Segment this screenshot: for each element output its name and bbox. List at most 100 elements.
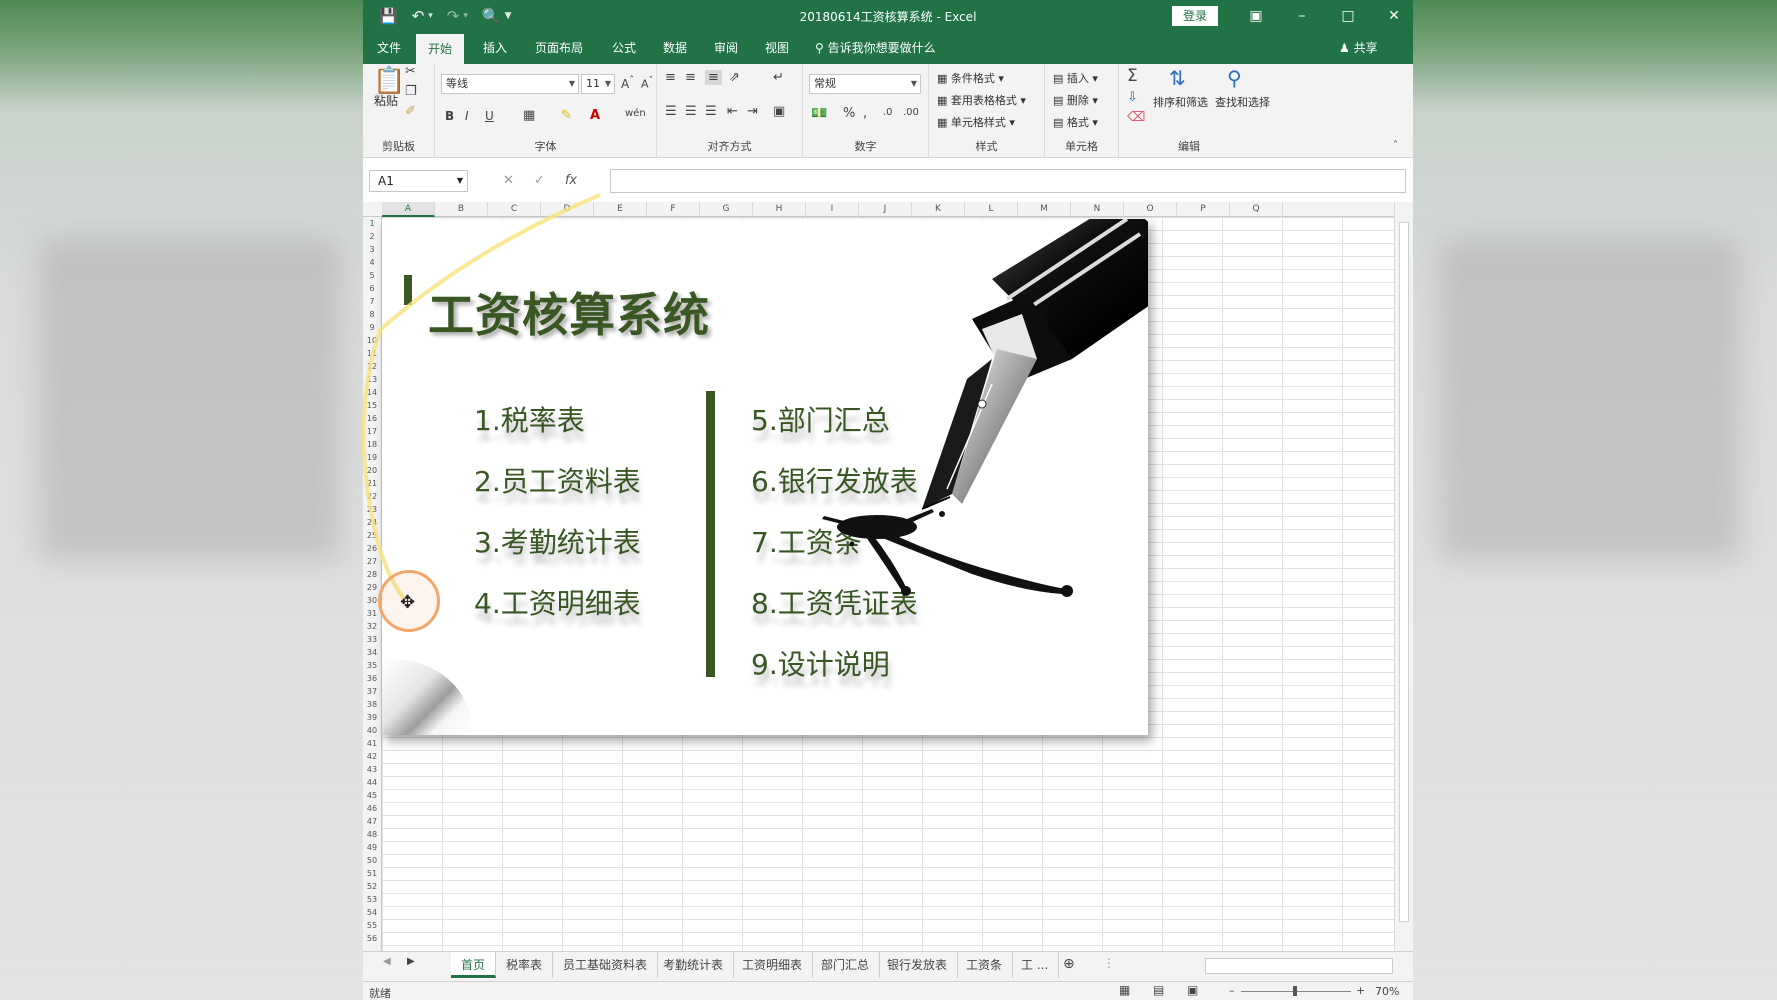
column-header[interactable]: J [859,202,912,217]
row-header[interactable]: 1 [363,217,381,230]
menu-item-salary-detail[interactable]: 4.工资明细表 [474,582,641,622]
font-size-combo[interactable]: 11 ▼ [581,74,615,94]
zoom-slider-thumb[interactable] [1293,986,1297,996]
title-card-image[interactable]: 工资核算系统 1.税率表 2.员工资料表 3.考勤统计表 4.工资明细表 5.部… [382,219,1148,735]
row-header[interactable]: 37 [363,685,381,698]
autosum-icon[interactable]: Σ [1127,66,1138,86]
bold-icon[interactable]: B [445,109,454,123]
align-right-icon[interactable]: ☰ [705,104,717,119]
tab-page-layout[interactable]: 页面布局 [523,32,595,64]
menu-item-design-notes[interactable]: 9.设计说明 [751,643,890,683]
sheet-tab[interactable]: 工资条 [956,952,1014,978]
row-header[interactable]: 55 [363,919,381,932]
share-button[interactable]: ♟ 共享 [1339,32,1378,64]
name-box[interactable]: A1 ▼ [369,170,468,192]
row-header[interactable]: 27 [363,555,381,568]
align-top-icon[interactable]: ≡ [665,70,676,85]
row-header[interactable]: 42 [363,750,381,763]
sort-filter-button[interactable]: 排序和筛选 [1153,94,1208,110]
formula-input[interactable] [610,169,1406,193]
column-header[interactable]: P [1177,202,1230,217]
row-header[interactable]: 21 [363,477,381,490]
column-header[interactable]: G [700,202,753,217]
collapse-ribbon-icon[interactable]: ˄ [1393,140,1398,151]
percent-icon[interactable]: % [843,106,855,121]
row-header[interactable]: 23 [363,503,381,516]
row-header[interactable]: 18 [363,438,381,451]
orientation-icon[interactable]: ⇗ [729,70,740,85]
column-header[interactable]: I [806,202,859,217]
row-header[interactable]: 47 [363,815,381,828]
row-header[interactable]: 11 [363,347,381,360]
menu-item-tax-rate[interactable]: 1.税率表 [474,399,585,439]
tab-file[interactable]: 文件 [365,32,413,64]
tab-data[interactable]: 数据 [651,32,699,64]
conditional-format-button[interactable]: ▦ 条件格式 ▾ [937,70,1004,86]
row-header[interactable]: 49 [363,841,381,854]
wrap-text-icon[interactable]: ↵ [773,70,784,85]
align-center-icon[interactable]: ☰ [685,104,697,119]
maximize-icon[interactable]: □ [1325,5,1371,27]
number-format-combo[interactable]: 常规 ▼ [809,74,921,94]
splitter-icon[interactable]: ⋮ [1103,956,1115,970]
row-header[interactable]: 19 [363,451,381,464]
row-header[interactable]: 8 [363,308,381,321]
row-header[interactable]: 35 [363,659,381,672]
sheet-tab[interactable]: 工 ... [1011,952,1060,978]
align-bottom-icon[interactable]: ≡ [705,70,722,85]
column-header[interactable]: N [1071,202,1124,217]
row-header[interactable]: 20 [363,464,381,477]
page-layout-view-icon[interactable]: ▤ [1153,983,1164,997]
row-header[interactable]: 17 [363,425,381,438]
find-select-icon[interactable]: ⚲ [1227,66,1242,90]
row-header[interactable]: 24 [363,516,381,529]
column-header[interactable]: K [912,202,965,217]
row-header[interactable]: 12 [363,360,381,373]
increase-font-icon[interactable]: A˄ [621,75,634,91]
align-left-icon[interactable]: ☰ [665,104,677,119]
ribbon-display-icon[interactable]: ▣ [1233,5,1279,27]
column-header[interactable]: M [1018,202,1071,217]
zoom-level[interactable]: 70% [1375,985,1399,998]
tab-review[interactable]: 审阅 [702,32,750,64]
insert-cells-button[interactable]: ▤ 插入 ▾ [1053,70,1098,86]
column-header[interactable]: O [1124,202,1177,217]
vertical-scrollbar[interactable] [1394,202,1413,951]
row-header[interactable]: 33 [363,633,381,646]
delete-cells-button[interactable]: ▤ 删除 ▾ [1053,92,1098,108]
row-header[interactable]: 4 [363,256,381,269]
page-break-view-icon[interactable]: ▣ [1187,983,1198,997]
row-header[interactable]: 10 [363,334,381,347]
row-header[interactable]: 15 [363,399,381,412]
insert-function-button[interactable]: fx [565,170,577,192]
sheet-tab-home[interactable]: 首页 [451,952,497,978]
decrease-font-icon[interactable]: A˅ [641,75,653,91]
row-header[interactable]: 9 [363,321,381,334]
row-header[interactable]: 14 [363,386,381,399]
column-header[interactable]: L [965,202,1018,217]
merge-center-icon[interactable]: ▣ [773,104,785,119]
decrease-decimal-icon[interactable]: .00 [903,107,919,118]
row-header[interactable]: 22 [363,490,381,503]
next-sheet-icon[interactable]: ▶ [407,956,415,967]
row-header[interactable]: 5 [363,269,381,282]
align-middle-icon[interactable]: ≡ [685,70,696,85]
row-header[interactable]: 3 [363,243,381,256]
sheet-tab[interactable]: 工资明细表 [732,952,814,978]
row-header[interactable]: 52 [363,880,381,893]
fill-color-icon[interactable]: ✎ [561,108,572,123]
tab-home[interactable]: 开始 [416,34,465,64]
borders-icon[interactable]: ▦ [523,108,535,123]
row-header[interactable]: 40 [363,724,381,737]
tab-insert[interactable]: 插入 [471,32,519,64]
sheet-tab[interactable]: 考勤统计表 [653,952,735,978]
row-header[interactable]: 56 [363,932,381,945]
row-header[interactable]: 38 [363,698,381,711]
clear-icon[interactable]: ⌫ [1127,110,1145,125]
format-cells-button[interactable]: ▤ 格式 ▾ [1053,114,1098,130]
column-header[interactable]: B [435,202,488,217]
copy-icon[interactable]: ❐ [405,84,417,99]
row-header[interactable]: 50 [363,854,381,867]
column-header[interactable]: F [647,202,700,217]
increase-indent-icon[interactable]: ⇥ [747,104,758,119]
